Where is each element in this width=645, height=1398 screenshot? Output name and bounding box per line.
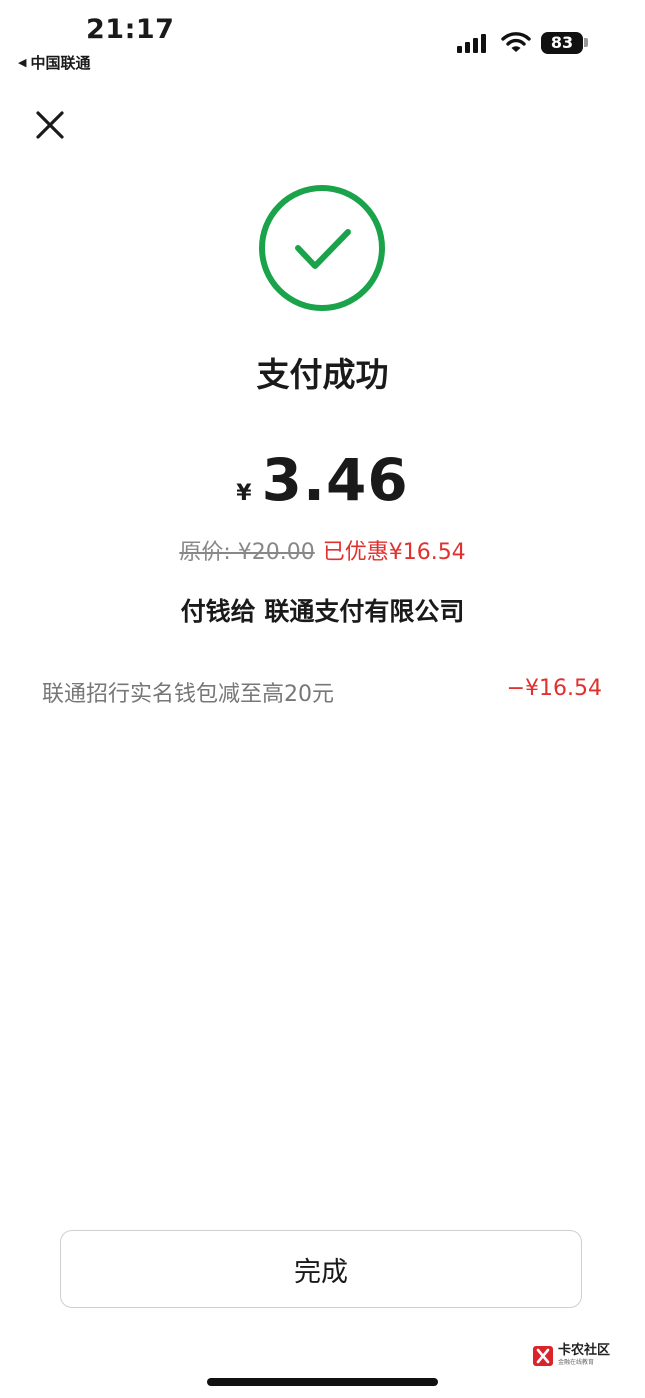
done-button[interactable]: 完成	[60, 1230, 582, 1308]
wifi-icon	[501, 32, 531, 52]
promo-label: 联通招行实名钱包减至高20元	[42, 682, 334, 707]
close-icon[interactable]	[30, 105, 70, 145]
watermark-main: 卡农社区	[558, 1343, 611, 1358]
battery-cap	[584, 38, 588, 47]
payment-success-title: 支付成功	[256, 355, 389, 394]
original-price: 原价: ¥20.00	[179, 540, 315, 565]
payee-label: 付钱给 联通支付有限公司	[180, 597, 465, 626]
amount-display: ¥ 3.46	[0, 446, 645, 514]
check-circle-icon	[259, 185, 385, 311]
signal-icon	[457, 34, 486, 53]
status-carrier[interactable]: ◀ 中国联通	[18, 52, 90, 73]
promo-amount: −¥16.54	[506, 676, 602, 701]
watermark: 卡农社区 金融在线教育	[532, 1344, 610, 1367]
watermark-sub: 金融在线教育	[558, 1359, 595, 1366]
paid-amount: 3.46	[261, 446, 409, 514]
back-triangle-icon: ◀	[18, 56, 27, 69]
home-indicator[interactable]	[207, 1378, 438, 1386]
battery-icon: 83	[541, 32, 583, 54]
discount-total: 已优惠¥16.54	[322, 540, 466, 565]
price-breakdown: 原价: ¥20.00 已优惠¥16.54	[0, 534, 645, 566]
promo-row: 联通招行实名钱包减至高20元 −¥16.54	[42, 676, 602, 708]
status-time: 21:17	[86, 14, 175, 45]
carrier-label: 中国联通	[30, 54, 91, 72]
kanong-logo-icon	[533, 1345, 553, 1366]
currency-symbol: ¥	[236, 481, 252, 506]
